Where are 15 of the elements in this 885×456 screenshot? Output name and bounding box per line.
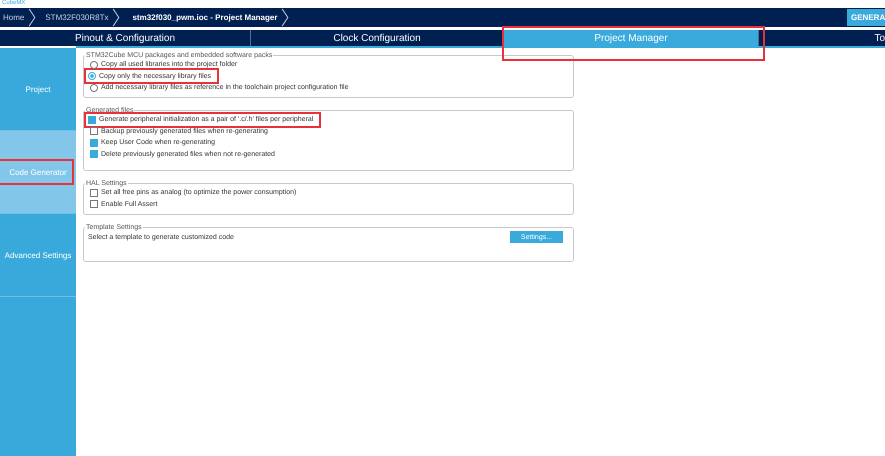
tab[interactable]: To	[759, 30, 885, 46]
radio-button[interactable]	[88, 72, 96, 80]
checkbox[interactable]	[90, 138, 98, 147]
breadcrumb-item[interactable]: stm32f030_pwm.ioc - Project Manager	[126, 13, 282, 22]
checkbox[interactable]	[90, 127, 98, 136]
chevron-icon	[281, 8, 290, 27]
radio-button[interactable]	[90, 60, 98, 69]
checkbox[interactable]	[90, 188, 98, 197]
chevron-icon	[28, 8, 36, 27]
breadcrumb-item[interactable]: Home	[0, 13, 28, 22]
chevron-icon	[112, 8, 120, 27]
breadcrumb-item[interactable]: STM32F030R8Tx	[42, 13, 112, 22]
checkbox[interactable]	[90, 150, 98, 158]
checkbox[interactable]	[90, 200, 98, 208]
checkbox[interactable]	[88, 116, 96, 124]
